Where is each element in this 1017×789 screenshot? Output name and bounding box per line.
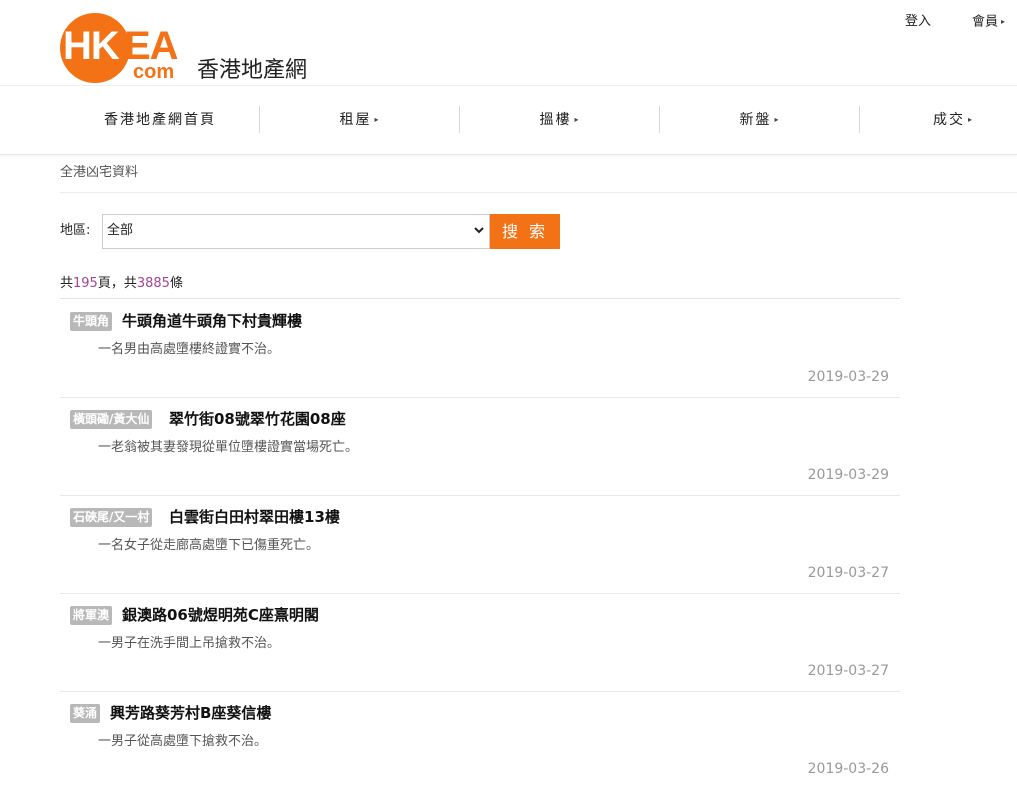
total-count: 3885 [136, 276, 170, 291]
nav-item-label: 租屋 [339, 112, 372, 128]
caret-right-icon: ▸ [374, 115, 381, 124]
nav-item-label: 新盤 [739, 112, 772, 128]
page-count: 195 [73, 276, 98, 291]
list-item: 葵涌 興芳路葵芳村B座葵信樓 一男子從高處墮下搶救不治。 2019-03-26 [60, 691, 900, 789]
member-menu[interactable]: 會員 ▸ [972, 14, 1005, 31]
district-tag[interactable]: 牛頭角 [70, 312, 113, 331]
site-name: 香港地產網 [197, 58, 308, 83]
caret-right-icon: ▸ [1001, 17, 1006, 26]
nav-item-label: 香港地產網首頁 [104, 112, 216, 128]
breadcrumb: 全港凶宅資料 [60, 165, 139, 180]
nav-item-rent[interactable]: 租屋 ▸ [260, 86, 460, 154]
login-label: 登入 [905, 14, 932, 29]
district-tag[interactable]: 將軍澳 [70, 606, 113, 625]
listing-description: 一老翁被其妻發現從單位墮樓證實當場死亡。 [98, 440, 359, 455]
nav-item-transactions[interactable]: 成交 ▸ [860, 86, 1017, 154]
search-button[interactable]: 搜 索 [490, 214, 560, 249]
listing-date: 2019-03-27 [807, 565, 889, 581]
region-label: 地區: [60, 223, 91, 238]
chevron-down-icon [474, 227, 484, 234]
region-select-value: 全部 [107, 223, 134, 238]
nav-item-new-development[interactable]: 新盤 ▸ [660, 86, 860, 154]
caret-right-icon: ▸ [774, 115, 781, 124]
district-tag[interactable]: 葵涌 [70, 704, 101, 723]
count-prefix: 共 [60, 276, 74, 291]
listing-description: 一名男由高處墮樓終證實不治。 [98, 342, 281, 357]
count-mid: 頁，共 [97, 276, 137, 291]
listing-description: 一名女子從走廊高處墮下已傷重死亡。 [98, 538, 320, 553]
logo-ea-text: EA [124, 24, 179, 68]
count-suffix: 條 [169, 276, 183, 291]
listing-title-link[interactable]: 興芳路葵芳村B座葵信樓 [110, 702, 271, 724]
logo-hk-text: HK [63, 24, 120, 68]
district-tag[interactable]: 石硤尾/又一村 [70, 508, 153, 527]
caret-right-icon: ▸ [968, 115, 975, 124]
nav-item-find-property[interactable]: 搵樓 ▸ [460, 86, 660, 154]
list-item: 牛頭角 牛頭角道牛頭角下村貴輝樓 一名男由高處墮樓終證實不治。 2019-03-… [60, 299, 900, 398]
nav-item-label: 成交 [933, 112, 965, 128]
login-link[interactable]: 登入 [905, 14, 931, 30]
listing-title-link[interactable]: 白雲街白田村翠田樓13樓 [169, 506, 340, 528]
result-count: 共195頁，共3885條 [60, 276, 183, 292]
list-item: 橫頭磡/黃大仙 翠竹街08號翠竹花園08座 一老翁被其妻發現從單位墮樓證實當場死… [60, 397, 900, 496]
listing-date: 2019-03-29 [807, 369, 889, 385]
listing-date: 2019-03-26 [807, 761, 889, 777]
site-header: HK EA com 香港地產網 登入 會員 ▸ [0, 0, 1017, 85]
district-tag[interactable]: 橫頭磡/黃大仙 [70, 410, 153, 429]
list-item: 將軍澳 銀澳路06號煜明苑C座熹明閣 一男子在洗手間上吊搶救不治。 2019-0… [60, 593, 900, 692]
breadcrumb-divider [60, 192, 1017, 193]
region-select[interactable] [102, 214, 490, 249]
listing-title-link[interactable]: 翠竹街08號翠竹花園08座 [169, 408, 346, 430]
listing-description: 一男子在洗手間上吊搶救不治。 [98, 636, 281, 651]
nav-item-label: 搵樓 [539, 112, 572, 128]
main-nav: 香港地產網首頁 租屋 ▸ 搵樓 ▸ 新盤 ▸ 成交 ▸ [0, 85, 1017, 155]
listing-description: 一男子從高處墮下搶救不治。 [98, 734, 268, 749]
caret-right-icon: ▸ [574, 115, 581, 124]
list-item: 石硤尾/又一村 白雲街白田村翠田樓13樓 一名女子從走廊高處墮下已傷重死亡。 2… [60, 495, 900, 594]
listing-title-link[interactable]: 牛頭角道牛頭角下村貴輝樓 [122, 310, 302, 332]
nav-item-home[interactable]: 香港地產網首頁 [60, 86, 260, 154]
listing-date: 2019-03-29 [807, 467, 889, 483]
logo-com-text: com [133, 61, 175, 83]
listing-date: 2019-03-27 [807, 663, 889, 679]
member-label: 會員 [972, 14, 999, 30]
listing-title-link[interactable]: 銀澳路06號煜明苑C座熹明閣 [122, 604, 319, 626]
